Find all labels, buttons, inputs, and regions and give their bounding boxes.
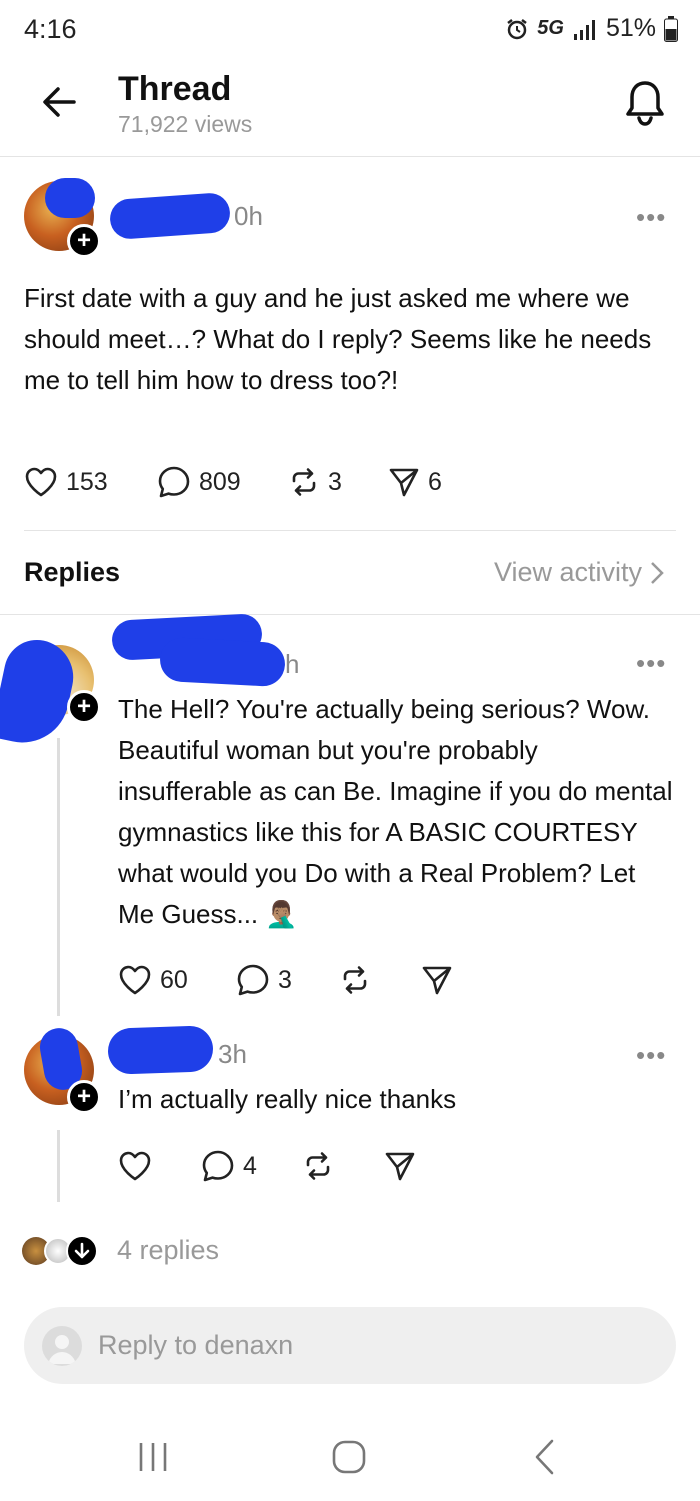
heart-icon: [119, 1151, 151, 1181]
reply2-text: I’m actually really nice thanks: [118, 1084, 457, 1114]
comment-count: 3: [278, 965, 292, 994]
bell-icon[interactable]: [622, 78, 668, 128]
thread-line: [57, 738, 60, 1016]
redacted-username[interactable]: [158, 636, 287, 688]
redacted-username[interactable]: [107, 1025, 214, 1075]
like-count: 60: [160, 965, 188, 994]
comment-icon: [237, 964, 269, 996]
comment-button[interactable]: 3: [236, 963, 339, 997]
back-arrow-icon[interactable]: [38, 80, 82, 124]
alarm-icon: [507, 18, 528, 39]
post-actions: 153 809 3 6: [24, 465, 442, 499]
more-replies-avatars[interactable]: [22, 1235, 122, 1267]
send-icon: [422, 966, 452, 995]
replies-divider: [0, 614, 700, 615]
comment-button[interactable]: 4: [201, 1149, 302, 1183]
reply1-actions: 60 3: [118, 963, 453, 997]
header-divider: [0, 156, 700, 157]
heart-icon: [119, 965, 151, 995]
redaction-mark: [45, 178, 95, 218]
replies-label: Replies: [24, 557, 121, 587]
back-nav-icon[interactable]: [530, 1438, 560, 1476]
reply2-time: 3h: [218, 1039, 247, 1069]
like-button[interactable]: 60: [118, 963, 236, 997]
redacted-username[interactable]: [108, 191, 232, 241]
follow-plus-icon[interactable]: +: [67, 690, 101, 724]
battery-percent: 51%: [605, 14, 656, 42]
repost-button[interactable]: [339, 964, 421, 996]
view-activity-label: View activity: [493, 557, 642, 587]
share-button[interactable]: 6: [388, 466, 442, 498]
post-text: First date with a guy and he just asked …: [24, 283, 652, 395]
view-activity-link[interactable]: View activity: [494, 557, 664, 588]
follow-plus-icon[interactable]: +: [67, 224, 101, 258]
repost-button[interactable]: [302, 1150, 384, 1182]
post-time: 0h: [234, 201, 263, 231]
battery-icon: [664, 15, 678, 42]
more-replies-link[interactable]: 4 replies: [117, 1235, 219, 1266]
reply-composer[interactable]: [24, 1307, 676, 1384]
more-options-icon[interactable]: •••: [636, 202, 666, 233]
signal-icon: [573, 19, 595, 40]
reply1-time: h: [285, 649, 300, 679]
follow-plus-icon[interactable]: +: [67, 1080, 101, 1114]
repost-count: 3: [328, 467, 342, 496]
more-options-icon[interactable]: •••: [636, 1040, 666, 1071]
user-avatar-icon: [42, 1325, 82, 1366]
home-icon[interactable]: [330, 1438, 368, 1476]
send-icon: [389, 468, 419, 497]
repost-icon: [292, 468, 316, 496]
repost-icon: [306, 1152, 330, 1180]
comment-count: 4: [243, 1151, 257, 1180]
reply2-actions: 4: [118, 1149, 416, 1183]
share-button[interactable]: [421, 964, 453, 996]
status-indicators: 5G 51%: [505, 14, 678, 43]
like-button[interactable]: 153: [24, 465, 157, 499]
post-divider: [24, 530, 676, 531]
heart-icon: [25, 467, 57, 497]
thread-line: [57, 1130, 60, 1202]
view-count: 71,922 views: [118, 111, 253, 137]
system-navigation-bar: [0, 1420, 700, 1501]
recent-apps-icon[interactable]: [136, 1440, 170, 1474]
status-time: 4:16: [24, 14, 77, 44]
comment-button[interactable]: 809: [157, 465, 288, 499]
reply-input[interactable]: [98, 1330, 618, 1361]
more-options-icon[interactable]: •••: [636, 648, 666, 679]
comment-icon: [158, 466, 190, 498]
repost-button[interactable]: 3: [288, 466, 388, 498]
send-icon: [385, 1152, 415, 1181]
like-button[interactable]: [118, 1149, 201, 1183]
repost-icon: [343, 966, 367, 994]
down-arrow-icon: [66, 1235, 98, 1267]
like-count: 153: [66, 467, 108, 496]
comment-count: 809: [199, 467, 241, 496]
share-count: 6: [428, 467, 442, 496]
network-label: 5G: [537, 17, 564, 39]
page-title: Thread: [118, 70, 232, 108]
share-button[interactable]: [384, 1150, 416, 1182]
reply1-text: The Hell? You're actually being serious?…: [118, 694, 673, 929]
comment-icon: [202, 1150, 234, 1182]
chevron-right-icon: [651, 561, 664, 584]
